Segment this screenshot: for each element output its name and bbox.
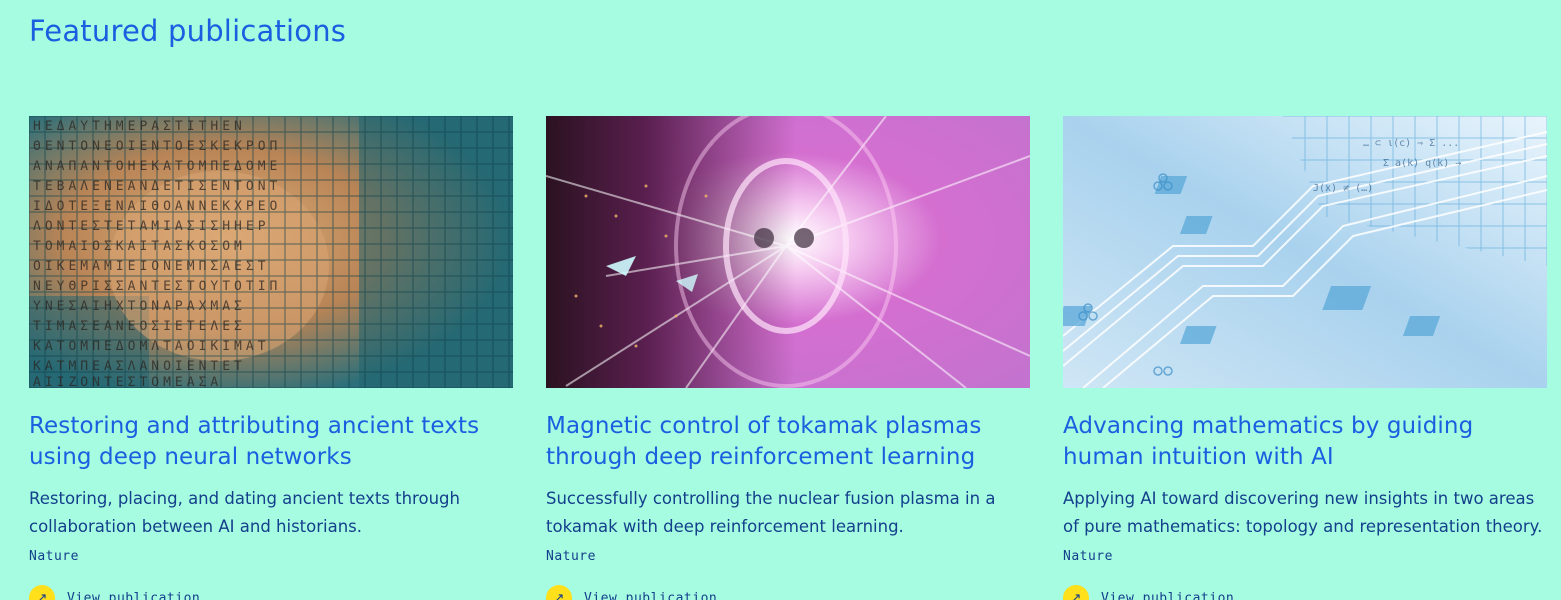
card-description: Applying AI toward discovering new insig… xyxy=(1063,489,1543,536)
circuit-math-image[interactable]: … ⊂ ι(c) ⇒ Σ ... Σ a(k) q(k) → J(x) ≠ (…… xyxy=(1063,116,1547,388)
view-publication-link[interactable]: ↗ View publication xyxy=(29,585,513,600)
svg-text:ΤΕΒΑΛΕΝΕΑΝΔΕΤΙΣΕΝΤΟΝΤ: ΤΕΒΑΛΕΝΕΑΝΔΕΤΙΣΕΝΤΟΝΤ xyxy=(33,179,281,194)
view-publication-link[interactable]: ↗ View publication xyxy=(1063,585,1547,600)
view-publication-link[interactable]: ↗ View publication xyxy=(546,585,1030,600)
journal-label: Nature xyxy=(546,549,596,564)
link-label: View publication xyxy=(67,590,201,600)
publication-card[interactable]: … ⊂ ι(c) ⇒ Σ ... Σ a(k) q(k) → J(x) ≠ (…… xyxy=(1063,116,1547,600)
svg-text:ΛΟΝΤΕΣΤΕΤΑΜΙΑΣΙΣΗΗΕΡ: ΛΟΝΤΕΣΤΕΤΑΜΙΑΣΙΣΗΗΕΡ xyxy=(33,219,270,234)
arrow-icon: ↗ xyxy=(29,585,55,600)
arrow-icon: ↗ xyxy=(1063,585,1089,600)
svg-text:ΤΙΜΑΣΕΑΝΕΟΣΙΕΤΕΛΕΣ: ΤΙΜΑΣΕΑΝΕΟΣΙΕΤΕΛΕΣ xyxy=(33,319,246,334)
card-description: Restoring, placing, and dating ancient t… xyxy=(29,489,460,536)
svg-text:ΗΕΔΑΥΤΗΜΕΡΑΣΤΙΤΗΕΝ: ΗΕΔΑΥΤΗΜΕΡΑΣΤΙΤΗΕΝ xyxy=(33,119,246,134)
svg-text:ΝΕΥΘΡΙΣΣΑΝΤΕΣΤΟΥΤΟΤΙΠ: ΝΕΥΘΡΙΣΣΑΝΤΕΣΤΟΥΤΟΤΙΠ xyxy=(33,279,281,294)
journal-label: Nature xyxy=(29,549,79,564)
link-label: View publication xyxy=(1101,590,1235,600)
publication-card[interactable]: ΗΕΔΑΥΤΗΜΕΡΑΣΤΙΤΗΕΝ ΘΕΝΤΟΝΕΟΙΕΝΤΟΕΣΚΕΚΡΟΠ… xyxy=(29,116,513,600)
ancient-inscription-image[interactable]: ΗΕΔΑΥΤΗΜΕΡΑΣΤΙΤΗΕΝ ΘΕΝΤΟΝΕΟΙΕΝΤΟΕΣΚΕΚΡΟΠ… xyxy=(29,116,513,388)
svg-text:… ⊂ ι(c) ⇒ Σ ...: … ⊂ ι(c) ⇒ Σ ... xyxy=(1363,138,1459,149)
publication-card[interactable]: Magnetic control of tokamak plasmas thro… xyxy=(546,116,1030,600)
card-title[interactable]: Magnetic control of tokamak plasmas thro… xyxy=(546,411,1030,473)
card-title[interactable]: Restoring and attributing ancient texts … xyxy=(29,411,513,473)
link-label: View publication xyxy=(584,590,718,600)
svg-text:ΟΙΚΕΜΑΜΙΕΙΟΝΕΜΠΣΑΕΣΤ: ΟΙΚΕΜΑΜΙΕΙΟΝΕΜΠΣΑΕΣΤ xyxy=(33,259,270,274)
journal-label: Nature xyxy=(1063,549,1113,564)
card-title[interactable]: Advancing mathematics by guiding human i… xyxy=(1063,411,1547,473)
tokamak-plasma-image[interactable] xyxy=(546,116,1030,388)
svg-text:ΑΙΙΖΟΝΤΕΣΤΟΜΕΑΣΑ: ΑΙΙΖΟΝΤΕΣΤΟΜΕΑΣΑ xyxy=(33,375,222,388)
svg-text:ΙΔΟΤΕΞΕΝΑΙΘΟΑΝΝΕΚΧΡΕΟ: ΙΔΟΤΕΞΕΝΑΙΘΟΑΝΝΕΚΧΡΕΟ xyxy=(33,199,281,214)
arrow-icon: ↗ xyxy=(546,585,572,600)
svg-text:ΥΝΕΣΑΙΗΧΤΟΝΑΡΑΧΜΑΣ: ΥΝΕΣΑΙΗΧΤΟΝΑΡΑΧΜΑΣ xyxy=(33,299,246,314)
svg-text:ΚΑΤΟΜΠΕΔΟΜΛΤΑΟΙΚΙΜΑΤ: ΚΑΤΟΜΠΕΔΟΜΛΤΑΟΙΚΙΜΑΤ xyxy=(33,339,270,354)
svg-text:J(x) ≠ (…): J(x) ≠ (…) xyxy=(1313,183,1373,194)
svg-text:Σ a(k) q(k) →: Σ a(k) q(k) → xyxy=(1383,158,1461,169)
card-description: Successfully controlling the nuclear fus… xyxy=(546,489,996,536)
svg-text:ΑΝΑΠΑΝΤΟΗΕΚΑΤΟΜΠΕΔΟΜΕ: ΑΝΑΠΑΝΤΟΗΕΚΑΤΟΜΠΕΔΟΜΕ xyxy=(33,159,281,174)
section-title: Featured publications xyxy=(29,14,347,48)
featured-publications-section: Featured publications ΗΕΔΑΥΤΗΜΕΡΑΣΤΙΤΗΕΝ… xyxy=(0,0,1561,600)
svg-text:ΘΕΝΤΟΝΕΟΙΕΝΤΟΕΣΚΕΚΡΟΠ: ΘΕΝΤΟΝΕΟΙΕΝΤΟΕΣΚΕΚΡΟΠ xyxy=(33,139,281,154)
svg-text:ΤΟΜΑΙΟΣΚΑΙΤΑΣΚΟΣΟΜ: ΤΟΜΑΙΟΣΚΑΙΤΑΣΚΟΣΟΜ xyxy=(33,239,246,254)
svg-text:ΚΑΤΜΠΕΑΣΛΑΝΟΙΕΝΤΕΤ: ΚΑΤΜΠΕΑΣΛΑΝΟΙΕΝΤΕΤ xyxy=(33,359,246,374)
